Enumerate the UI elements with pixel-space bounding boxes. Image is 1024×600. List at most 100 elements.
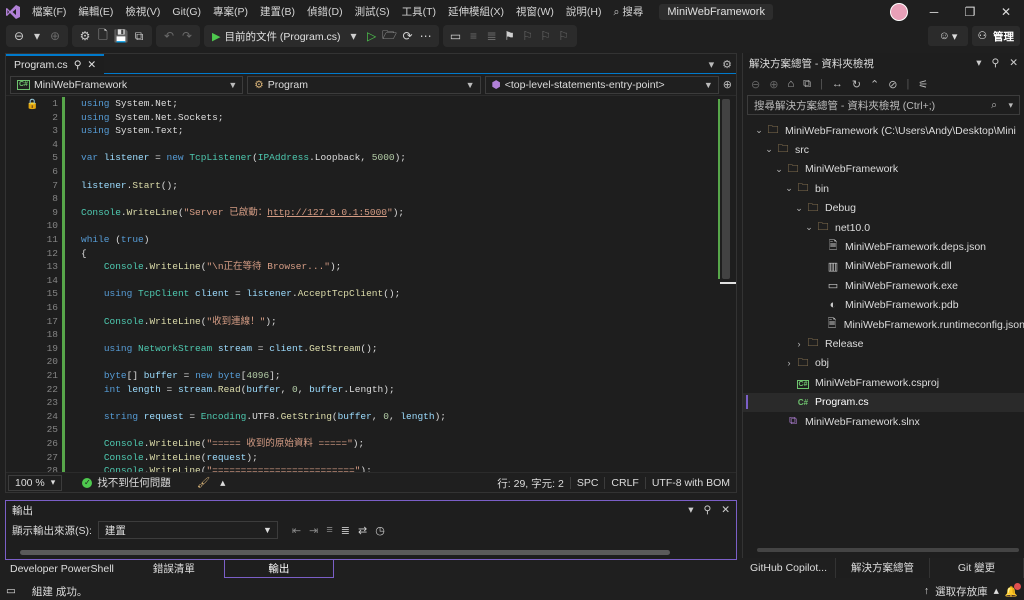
run-without-debug-icon[interactable]: ▷ [363,27,381,45]
switch-views-icon[interactable]: ⧉ [803,78,811,91]
chevron-up-icon[interactable]: ▴ [994,585,999,597]
zoom-dropdown[interactable]: 100 % ▾ [8,474,63,491]
menu-item[interactable]: 視窗(W) [510,0,560,24]
outdent-icon[interactable]: ≣ [483,27,501,45]
menu-item[interactable]: 工具(T) [396,0,442,24]
menu-item[interactable]: 測試(S) [349,0,396,24]
expanded-chevron-icon[interactable]: ⌄ [773,164,785,175]
expanded-chevron-icon[interactable]: ⌄ [753,125,765,136]
tree-item[interactable]: ⌄ 🗀 bin [743,179,1024,198]
gear-icon[interactable]: ⚙ [722,58,732,71]
chevron-down-icon[interactable]: ▾ [28,27,46,45]
menu-item[interactable]: 說明(H) [560,0,608,24]
tree-item[interactable]: ⌄ 🗀 net10.0 [743,218,1024,237]
next-message-icon[interactable]: ⇥ [309,524,318,537]
manage-button[interactable]: ⚇ 管理 [971,26,1020,46]
solution-explorer-search[interactable]: 搜尋解決方案總管 - 資料夾檢視 (Ctrl+;) ⌕ ▾ [747,95,1020,115]
restore-icon[interactable]: ❐ [952,0,988,24]
menu-item[interactable]: 偵錯(D) [301,0,349,24]
browse-icon[interactable]: 🗁 [381,27,399,45]
minimize-icon[interactable]: ─ [916,0,952,24]
menu-item[interactable]: 檢視(V) [119,0,166,24]
save-icon[interactable]: 💾 [112,27,130,45]
menu-item[interactable]: 編輯(E) [72,0,119,24]
forward-icon[interactable]: ⊕ [769,78,778,91]
menu-item[interactable]: 專案(P) [207,0,254,24]
line-ending-indicator[interactable]: CRLF [604,477,644,489]
tree-item[interactable]: › 🗀 Release [743,334,1024,353]
filter-icon[interactable]: ⊘ [888,78,897,91]
chevron-down-icon[interactable]: ▾ [688,504,693,516]
output-window-icon[interactable]: ▭ [6,585,16,597]
tab-developer-powershell[interactable]: Developer PowerShell [0,560,124,578]
menu-item[interactable]: Git(G) [166,0,207,24]
undo-icon[interactable]: ↶ [160,27,178,45]
expanded-chevron-icon[interactable]: ⌄ [783,183,795,194]
vertical-scrollbar[interactable] [722,99,730,279]
save-all-icon[interactable]: ⧉ [130,27,148,45]
cursor-position[interactable]: 行: 29, 字元: 2 [491,476,570,491]
prev-message-icon[interactable]: ⇤ [292,524,301,537]
menu-item[interactable]: 延伸模組(X) [442,0,510,24]
output-horizontal-scrollbar[interactable] [20,550,670,555]
expanded-chevron-icon[interactable]: ⌄ [793,203,805,214]
tree-item[interactable]: ⌄ 🗀 Debug [743,199,1024,218]
tree-item[interactable]: ⧉ MiniWebFramework.slnx [743,412,1024,431]
properties-icon[interactable]: ⚟ [918,78,928,91]
encoding-indicator[interactable]: UTF-8 with BOM [644,477,736,489]
refresh-icon[interactable]: ↻ [852,78,861,91]
source-control-selector[interactable]: 選取存放庫 [935,584,988,599]
notification-bell-icon[interactable]: 🔔 [1005,582,1021,598]
clock-icon[interactable]: ◷ [375,524,385,537]
tree-item[interactable]: ▭ MiniWebFramework.exe [743,276,1024,295]
close-icon[interactable]: ✕ [1009,57,1018,69]
tree-item[interactable]: ⌄ 🗀 MiniWebFramework [743,160,1024,179]
back-icon[interactable]: ⊖ [10,27,28,45]
find-message-icon[interactable]: ≡ [326,524,332,537]
expanded-chevron-icon[interactable]: ⌄ [803,222,815,233]
tree-item[interactable]: C# MiniWebFramework.csproj [743,373,1024,392]
menu-item[interactable]: 建置(B) [254,0,301,24]
tree-item[interactable]: 🗎 MiniWebFramework.deps.json [743,237,1024,256]
close-icon[interactable]: ✕ [988,0,1024,24]
expanded-chevron-icon[interactable]: ⌄ [763,144,775,155]
issues-indicator[interactable]: ✓ 找不到任何問題 [82,475,171,490]
clear-all-icon[interactable]: ≣ [341,524,350,537]
brush-icon[interactable]: 🖌 [197,476,210,489]
chevron-up-icon[interactable]: ▴ [220,477,225,489]
spacing-indicator[interactable]: SPC [569,477,605,489]
close-icon[interactable]: ✕ [721,504,730,516]
collapse-all-icon[interactable]: ⌃ [870,78,879,91]
home-icon[interactable]: ⌂ [787,78,794,90]
tree-item[interactable]: 🗎 MiniWebFramework.runtimeconfig.json [743,315,1024,334]
tree-item[interactable]: ◐ MiniWebFramework.pdb [743,296,1024,315]
tab-github-copilot[interactable]: GitHub Copilot... [742,558,836,578]
class-dropdown[interactable]: ⚙ Program ▼ [247,75,481,94]
comment-icon[interactable]: ▭ [447,27,465,45]
copilot-button[interactable]: ☺ ▾ [928,26,968,46]
member-dropdown[interactable]: ⬢ <top-level-statements-entry-point> ▼ [484,75,719,94]
pin-icon[interactable]: ⚲ [991,57,999,69]
output-source-dropdown[interactable]: 建置 ▼ [97,521,278,539]
tree-item[interactable]: ⌄ 🗀 MiniWebFramework (C:\Users\Andy\Deskto… [743,121,1024,140]
redo-icon[interactable]: ↷ [178,27,196,45]
hot-reload-icon[interactable]: ⟳ [399,27,417,45]
tree-item[interactable]: › 🗀 obj [743,354,1024,373]
back-icon[interactable]: ⊖ [751,78,760,91]
collapsed-chevron-icon[interactable]: › [783,358,795,368]
new-file-icon[interactable]: 🗋 [94,27,112,45]
tab-error-list[interactable]: 錯誤清單 [124,560,224,578]
project-dropdown[interactable]: C# MiniWebFramework ▼ [10,75,244,94]
word-wrap-icon[interactable]: ⇄ [358,524,367,537]
bookmark-icon[interactable]: ⚑ [501,27,519,45]
chevron-down-icon[interactable]: ▾ [345,27,363,45]
more-icon[interactable]: ⋯ [417,27,435,45]
new-project-icon[interactable]: ⚙ [76,27,94,45]
tab-git-changes[interactable]: Git 變更 [930,558,1024,578]
collapsed-chevron-icon[interactable]: › [793,339,805,349]
tree-item[interactable]: ▥ MiniWebFramework.dll [743,257,1024,276]
tab-solution-explorer[interactable]: 解決方案總管 [836,558,930,578]
tab-program-cs[interactable]: Program.cs ⚲ ✕ [6,53,105,74]
avatar[interactable] [890,3,908,21]
chevron-down-icon[interactable]: ▾ [709,58,715,71]
